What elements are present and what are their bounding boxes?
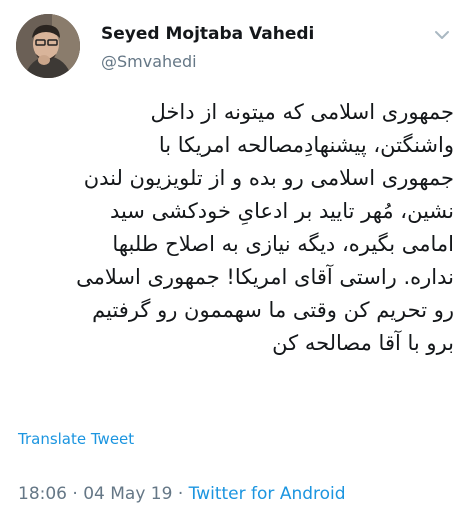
avatar[interactable] [16,14,80,78]
tweet-card: Seyed Mojtaba Vahedi @Smvahedi جمهوری اس… [0,0,470,520]
separator-dot: · [72,484,84,504]
chevron-down-icon[interactable] [434,26,450,39]
tweet-date: 04 May 19 [83,484,173,504]
avatar-photo [16,14,80,78]
translate-tweet-link[interactable]: Translate Tweet [18,430,134,448]
tweet-text: جمهوری اسلامی که میتونه از داخل واشنگتن،… [76,100,454,355]
tweet-source-link[interactable]: Twitter for Android [189,484,346,504]
tweet-metadata: 18:06 · 04 May 19 · Twitter for Android [18,484,346,504]
separator-dot: · [177,484,189,504]
display-name[interactable]: Seyed Mojtaba Vahedi [101,24,314,44]
user-handle[interactable]: @Smvahedi [101,52,197,71]
tweet-time: 18:06 [18,484,67,504]
